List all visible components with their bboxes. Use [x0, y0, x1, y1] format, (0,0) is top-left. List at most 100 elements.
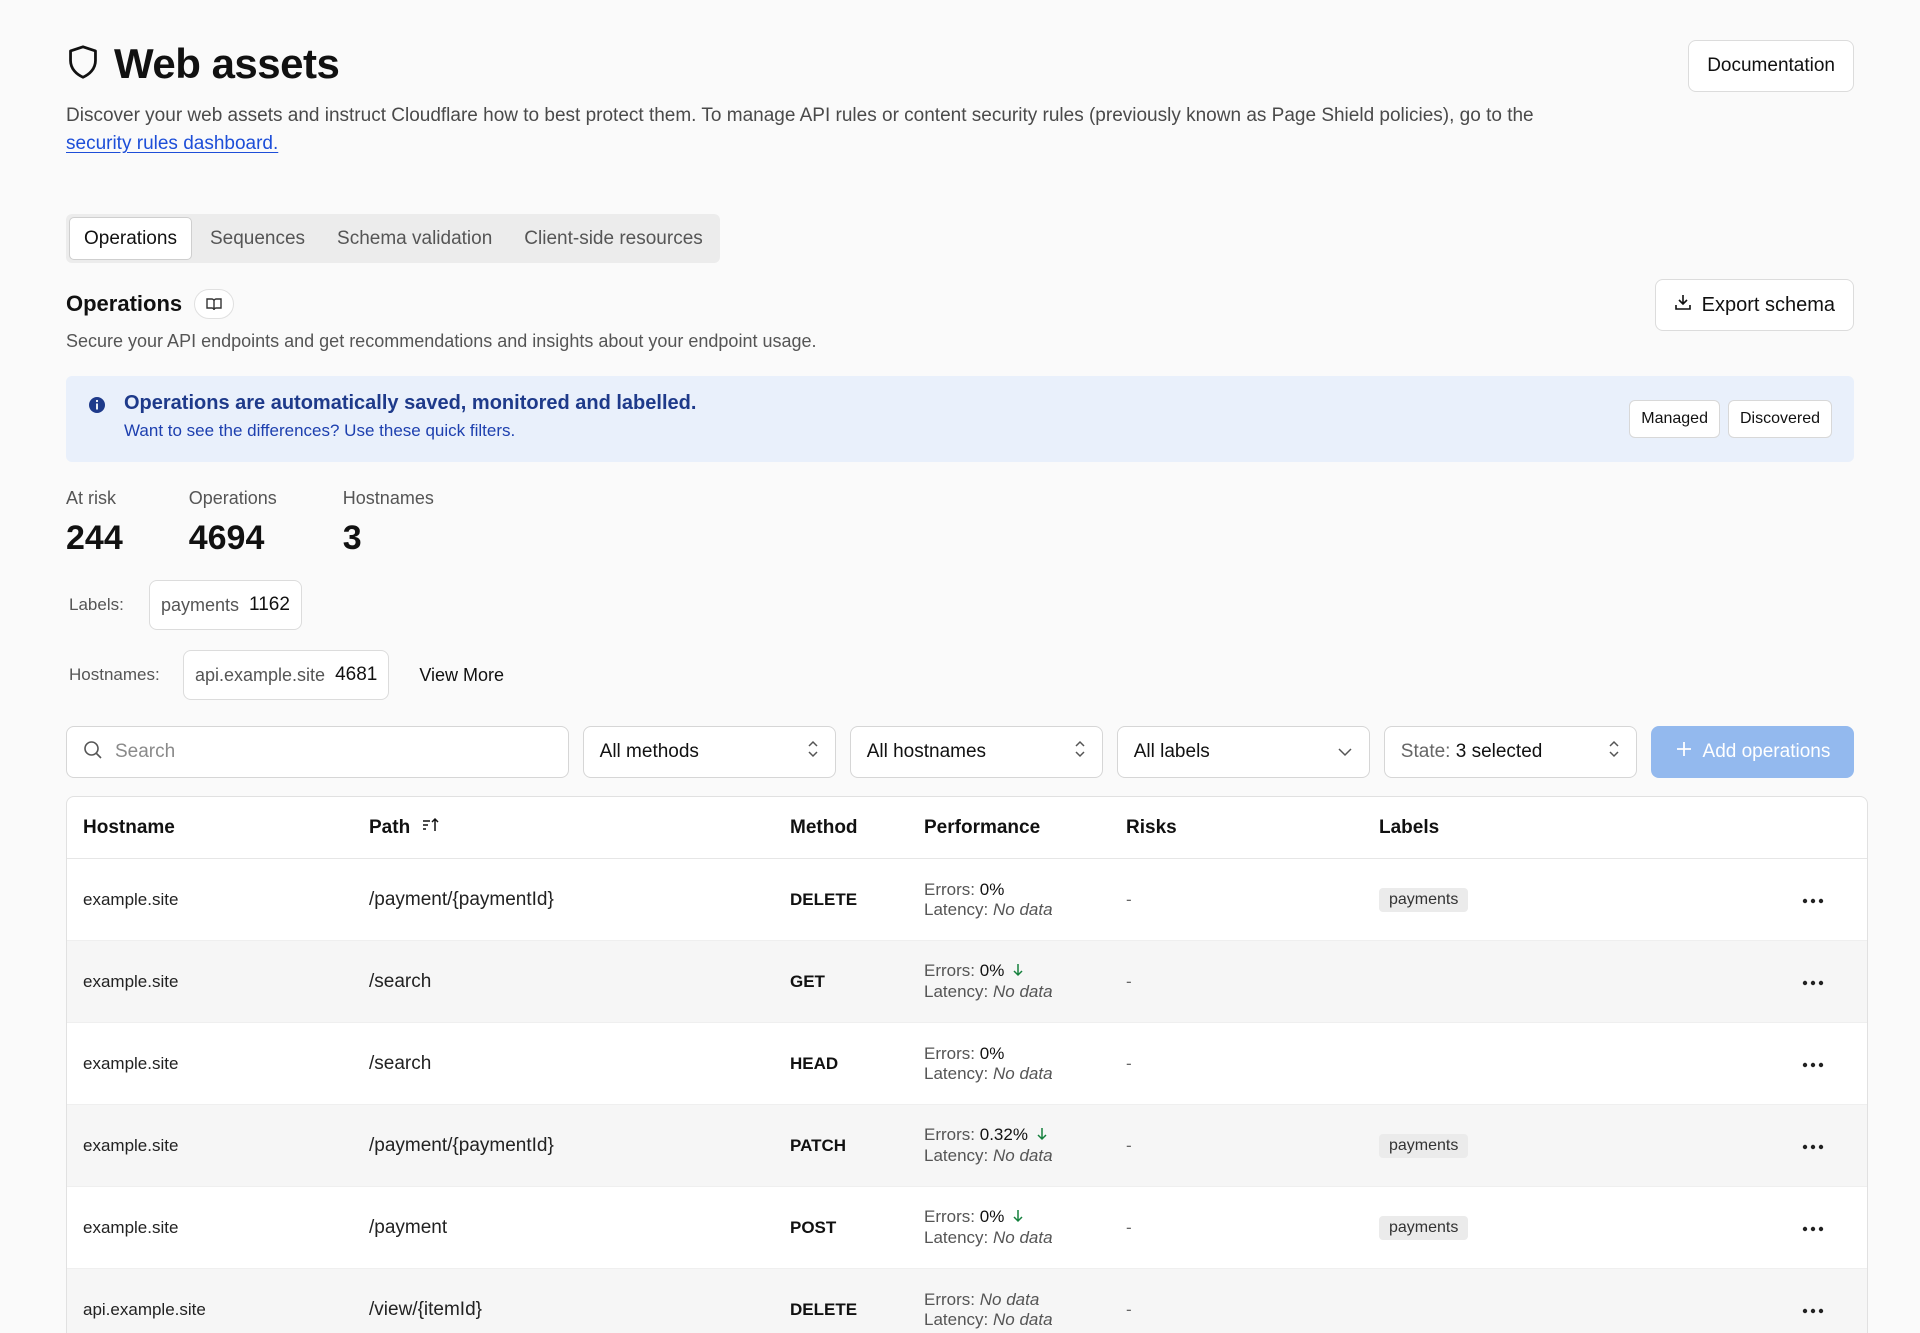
cell-method: DELETE: [790, 1299, 858, 1319]
cell-labels: payments: [1379, 1215, 1759, 1240]
operations-title: Operations: [66, 291, 183, 316]
label-tag[interactable]: payments: [1379, 1215, 1469, 1240]
cell-path: /view/{itemId}: [369, 1298, 482, 1320]
tab-client-side-resources[interactable]: Client-side resources: [510, 217, 716, 260]
methods-select[interactable]: All methods: [582, 726, 836, 778]
cell-path: /payment/{paymentId}: [369, 888, 554, 910]
banner-subtitle: Want to see the differences? Use these q…: [124, 421, 516, 440]
cell-risks: -: [1126, 889, 1132, 909]
cell-labels: payments: [1379, 1133, 1759, 1158]
security-rules-dashboard-link[interactable]: security rules dashboard.: [66, 133, 278, 154]
cell-risks: -: [1126, 1217, 1132, 1237]
state-select[interactable]: State: 3 selected: [1383, 726, 1637, 778]
chevron-down-icon: [1337, 741, 1353, 763]
table-row[interactable]: example.site/search HEAD Errors: 0% Latency…: [67, 1023, 1867, 1105]
cell-path: /search: [369, 970, 432, 992]
more-options-icon[interactable]: [1802, 1219, 1824, 1237]
stat-at-risk: At risk 244: [66, 488, 123, 557]
table-row[interactable]: example.site/payment/{paymentId} PATCH Err…: [67, 1105, 1867, 1187]
column-hostname[interactable]: Hostname: [67, 817, 369, 839]
hostnames-select[interactable]: All hostnames: [849, 726, 1103, 778]
cell-path: /payment/{paymentId}: [369, 1134, 554, 1156]
operations-table: Hostname Path Method Performance Risks L…: [66, 796, 1868, 1333]
cell-labels: payments: [1379, 887, 1759, 912]
page-title: Web assets: [114, 40, 340, 87]
stats-summary: At risk 244 Operations 4694 Hostnames 3: [66, 488, 1854, 558]
arrow-down-icon: [1012, 1208, 1024, 1228]
table-toolbar: All methods All hostnames All labels Sta…: [66, 726, 1855, 778]
view-more-link[interactable]: View More: [419, 665, 504, 686]
more-options-icon[interactable]: [1802, 891, 1824, 909]
label-tag[interactable]: payments: [1379, 887, 1469, 912]
cell-performance: Errors: 0.32% Latency: No data: [924, 1125, 1053, 1165]
more-options-icon[interactable]: [1802, 1137, 1824, 1155]
more-options-icon[interactable]: [1802, 973, 1824, 991]
page-description: Discover your web assets and instruct Cl…: [66, 105, 1534, 154]
labels-filter-key: Labels:: [69, 595, 124, 614]
tab-operations[interactable]: Operations: [69, 217, 192, 260]
cell-hostname: example.site: [83, 1217, 179, 1237]
column-path[interactable]: Path: [369, 817, 790, 839]
column-labels: Labels: [1379, 816, 1440, 838]
cell-hostname: example.site: [83, 1135, 179, 1155]
book-icon[interactable]: [194, 289, 235, 319]
documentation-button[interactable]: Documentation: [1688, 40, 1854, 92]
sort-icon[interactable]: [422, 817, 440, 839]
table-row[interactable]: example.site/payment/{paymentId} DELETE Er…: [67, 859, 1867, 941]
cell-path: /search: [369, 1052, 432, 1074]
cell-risks: -: [1126, 1135, 1132, 1155]
arrow-down-icon: [1036, 1126, 1048, 1146]
stat-operations: Operations 4694: [188, 488, 277, 557]
label-pill-payments[interactable]: payments 1162: [149, 580, 302, 630]
cell-method: PATCH: [790, 1135, 847, 1155]
discovered-filter-button[interactable]: Discovered: [1727, 400, 1832, 438]
operations-subtitle: Secure your API endpoints and get recomm…: [66, 331, 817, 351]
stat-hostnames: Hostnames 3: [342, 488, 434, 557]
cell-hostname: example.site: [83, 889, 179, 909]
search-input[interactable]: [115, 741, 535, 763]
cell-method: POST: [790, 1217, 837, 1237]
cell-performance: Errors: No data Latency: No data: [924, 1289, 1053, 1329]
cell-risks: -: [1126, 971, 1132, 991]
add-operations-button[interactable]: Add operations: [1650, 726, 1855, 778]
cell-performance: Errors: 0% Latency: No data: [924, 961, 1053, 1001]
chevron-up-down-icon: [1074, 740, 1086, 764]
more-options-icon[interactable]: [1802, 1055, 1824, 1073]
download-icon: [1674, 293, 1692, 317]
arrow-down-icon: [1012, 962, 1024, 982]
cell-method: HEAD: [790, 1053, 839, 1073]
table-header: Hostname Path Method Performance Risks L…: [67, 797, 1867, 859]
hostnames-filter-key: Hostnames:: [69, 665, 160, 684]
plus-icon: [1675, 740, 1693, 764]
table-row[interactable]: example.site/search GET Errors: 0% Latency:…: [67, 941, 1867, 1023]
column-risks: Risks: [1126, 816, 1177, 838]
cell-method: DELETE: [790, 889, 858, 909]
cell-path: /payment: [369, 1216, 448, 1238]
labels-select[interactable]: All labels: [1116, 726, 1370, 778]
cell-hostname: api.example.site: [83, 1299, 206, 1319]
label-tag[interactable]: payments: [1379, 1133, 1469, 1158]
column-performance: Performance: [924, 816, 1041, 838]
info-banner: Operations are automatically saved, moni…: [66, 376, 1854, 462]
table-row[interactable]: api.example.site/view/{itemId} DELETE Erro…: [67, 1269, 1867, 1333]
cell-risks: -: [1126, 1053, 1132, 1073]
cell-performance: Errors: 0% Latency: No data: [924, 1043, 1053, 1083]
page-header: Web assets Documentation Discover your w…: [66, 0, 1854, 158]
cell-performance: Errors: 0% Latency: No data: [924, 879, 1053, 919]
cell-hostname: example.site: [83, 971, 179, 991]
cell-hostname: example.site: [83, 1053, 179, 1073]
tab-schema-validation[interactable]: Schema validation: [323, 217, 506, 260]
cell-risks: -: [1126, 1299, 1132, 1319]
managed-filter-button[interactable]: Managed: [1629, 400, 1720, 438]
cell-performance: Errors: 0% Latency: No data: [924, 1207, 1053, 1247]
search-icon: [83, 740, 103, 765]
table-row[interactable]: example.site/payment POST Errors: 0% Latenc…: [67, 1187, 1867, 1269]
tab-sequences[interactable]: Sequences: [196, 217, 319, 260]
hostname-pill[interactable]: api.example.site 4681: [183, 650, 390, 700]
cell-method: GET: [790, 971, 825, 991]
labels-filter: Labels: payments 1162: [66, 580, 1854, 630]
more-options-icon[interactable]: [1802, 1301, 1824, 1319]
column-method: Method: [790, 816, 858, 838]
export-schema-button[interactable]: Export schema: [1654, 279, 1854, 331]
tab-bar: Operations Sequences Schema validation C…: [66, 214, 720, 263]
